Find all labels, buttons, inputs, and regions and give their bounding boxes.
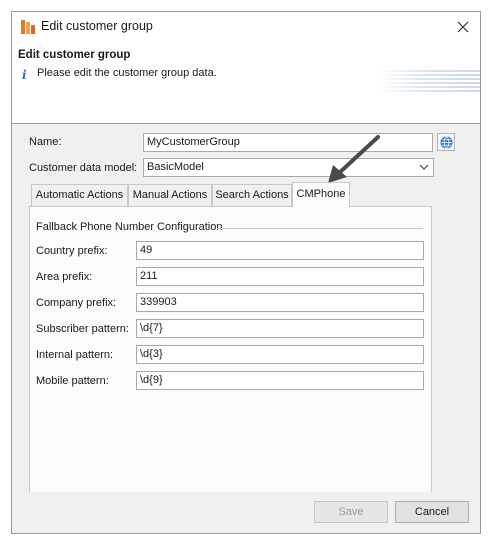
save-button[interactable]: Save	[314, 501, 388, 523]
name-input[interactable]: MyCustomerGroup	[143, 133, 433, 152]
chevron-down-icon	[419, 164, 429, 170]
name-label: Name:	[29, 136, 62, 148]
group-title: Fallback Phone Number Configuration	[36, 221, 229, 233]
customer-data-model-select[interactable]: BasicModel	[143, 158, 434, 177]
tab-search-actions[interactable]: Search Actions	[212, 184, 292, 206]
group-divider	[217, 228, 423, 229]
translate-button[interactable]	[437, 133, 455, 151]
internal-pattern-input[interactable]: \d{3}	[136, 345, 424, 364]
subscriber-pattern-label: Subscriber pattern:	[36, 323, 129, 335]
country-prefix-input[interactable]: 49	[136, 241, 424, 260]
mobile-pattern-label: Mobile pattern:	[36, 375, 109, 387]
banner-decoration	[380, 70, 480, 98]
tab-cmphone[interactable]: CMPhone	[292, 182, 350, 207]
header-banner: Edit customer group i Please edit the cu…	[12, 42, 480, 124]
area-prefix-label: Area prefix:	[36, 271, 93, 283]
company-prefix-label: Company prefix:	[36, 297, 117, 309]
subscriber-pattern-input[interactable]: \d{7}	[136, 319, 424, 338]
area-prefix-input[interactable]: 211	[136, 267, 424, 286]
company-prefix-input[interactable]: 339903	[136, 293, 424, 312]
app-icon	[21, 20, 35, 34]
title-bar[interactable]: Edit customer group	[12, 12, 480, 42]
model-select-value: BasicModel	[147, 161, 204, 173]
edit-customer-group-dialog: Edit customer group Edit customer group …	[11, 11, 481, 534]
info-icon: i	[22, 68, 27, 82]
banner-subtitle: Please edit the customer group data.	[37, 67, 217, 79]
tab-automatic-actions[interactable]: Automatic Actions	[31, 184, 128, 206]
window-title: Edit customer group	[41, 19, 153, 33]
internal-pattern-label: Internal pattern:	[36, 349, 114, 361]
close-icon	[457, 21, 469, 33]
cancel-button[interactable]: Cancel	[395, 501, 469, 523]
globe-icon	[440, 136, 452, 148]
tab-manual-actions[interactable]: Manual Actions	[128, 184, 212, 206]
country-prefix-label: Country prefix:	[36, 245, 108, 257]
model-label: Customer data model:	[29, 162, 138, 174]
close-button[interactable]	[446, 12, 480, 42]
mobile-pattern-input[interactable]: \d{9}	[136, 371, 424, 390]
banner-title: Edit customer group	[18, 49, 131, 61]
